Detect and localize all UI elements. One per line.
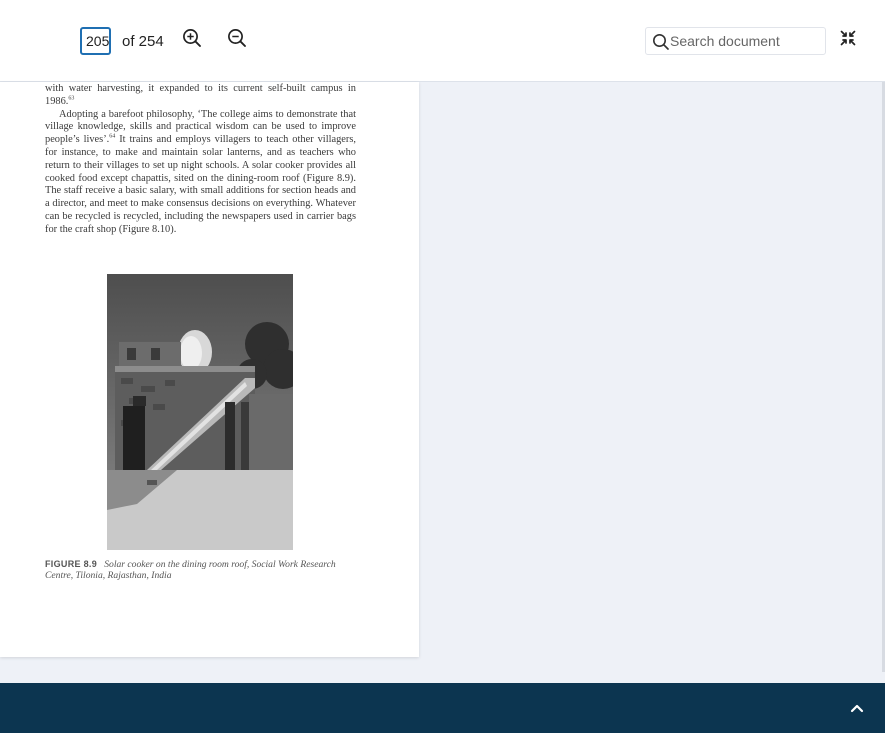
document-page: with water harvesting, it expanded to it… <box>0 82 419 657</box>
page-number-input[interactable] <box>80 27 111 55</box>
figure-label: FIGURE 8.9 <box>45 559 98 569</box>
exit-fullscreen-button[interactable] <box>836 26 860 50</box>
viewer-toolbar: of 254 <box>0 0 885 82</box>
page-total-label: of 254 <box>122 33 164 50</box>
scroll-to-top-button[interactable] <box>847 698 867 718</box>
paragraph: Adopting a barefoot philosophy, ‘The col… <box>45 108 356 235</box>
search-input[interactable] <box>670 31 820 51</box>
zoom-out-button[interactable] <box>224 25 250 51</box>
search-icon <box>653 34 669 50</box>
figure-photo <box>107 274 293 550</box>
figure-caption: FIGURE 8.9 Solar cooker on the dining ro… <box>45 559 365 581</box>
paragraph: with water harvesting, it expanded to it… <box>45 83 356 107</box>
zoom-out-icon <box>228 29 246 47</box>
footer-bar <box>0 683 885 733</box>
document-viewport[interactable]: with water harvesting, it expanded to it… <box>0 82 885 674</box>
search-box <box>645 27 826 55</box>
zoom-in-button[interactable] <box>179 25 205 51</box>
collapse-icon <box>840 30 856 46</box>
endnote-ref: 63 <box>68 95 75 102</box>
body-text: with water harvesting, it expanded to it… <box>45 83 356 237</box>
chevron-up-icon <box>850 704 864 713</box>
zoom-in-icon <box>183 29 201 47</box>
